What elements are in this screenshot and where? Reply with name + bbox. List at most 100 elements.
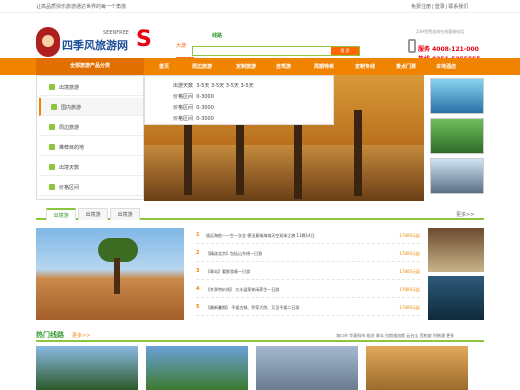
hot-routes-header: 热门线路 更多>> 海口市 华夏网市 临汾 青岛 拉斯维加斯 云台山 西柏坡 利… [36, 330, 484, 342]
thumb-image[interactable] [430, 118, 484, 154]
category-item[interactable]: 价格区间 [39, 178, 143, 196]
popup-val: 3-5天 3-5天 3-5天 3-5天 [196, 83, 254, 89]
route-rank: 1 [196, 232, 200, 238]
nav-sale[interactable]: 周期特卖 [314, 63, 334, 70]
category-label: 国内旅游 [61, 105, 82, 111]
list-item[interactable]: 4 【冬季特价线】 大水温泉休闲养生一日游 17800元起 [196, 282, 420, 298]
thumb-image[interactable] [430, 158, 484, 194]
thumb-image[interactable] [430, 78, 484, 114]
popup-val: 0-3000 [196, 116, 214, 122]
login-link[interactable]: 登录 [435, 4, 445, 10]
category-label: 推荐目的地 [59, 145, 85, 151]
banner-thumbs [430, 78, 484, 198]
nearby-icon [49, 124, 55, 130]
popup-val: 0-3000 [196, 94, 214, 100]
route-title[interactable]: 【精选北京】包括山东线一日游 [206, 251, 262, 257]
list-item[interactable]: 5 【最新暑期】 平遥古城、乔家大院、又见平遥二日游 17800元起 [196, 300, 420, 316]
nav-selfdrive[interactable]: 自驾游 [276, 63, 291, 70]
phone-icon [408, 39, 416, 53]
route-price: 17800元起 [399, 251, 420, 256]
hot-route-images [36, 346, 484, 390]
popup-row[interactable]: 价格区间 0-3000 [173, 104, 214, 111]
nav-hotel[interactable]: 本地酒店 [436, 63, 456, 70]
hot-image[interactable] [36, 346, 138, 390]
category-list: 出境旅游 国内旅游 周边旅游 推荐目的地 出境天数 价格区间 [36, 75, 144, 200]
tab-outbound[interactable]: 出境游 [46, 208, 76, 220]
hotline-1: 服务 4008-121-000 [418, 46, 479, 53]
category-item[interactable]: 出境天数 [39, 158, 143, 176]
category-item[interactable]: 周边旅游 [39, 118, 143, 136]
route-title[interactable]: 【冬季特价线】 大水温泉休闲养生一日游 [206, 287, 279, 293]
popup-key: 出游天数 [173, 83, 194, 89]
route-price: 17800元起 [399, 269, 420, 274]
more-link[interactable]: 更多>> [456, 211, 474, 218]
price-icon [49, 184, 55, 190]
category-label: 出境旅游 [59, 85, 80, 91]
nav-home[interactable]: 首页 [159, 63, 169, 70]
domestic-icon [51, 104, 57, 110]
hot-more-link[interactable]: 更多>> [72, 332, 90, 339]
route-price: 17800元起 [399, 305, 420, 310]
hot-image[interactable] [256, 346, 358, 390]
register-link[interactable]: 免费注册 [411, 4, 431, 10]
side-images [428, 228, 484, 320]
logo-en: SEENFREE [103, 30, 129, 36]
section-tabs: 出境游 出境游 出境游 更多>> [36, 208, 484, 220]
mascot-icon [36, 27, 60, 57]
popup-row[interactable]: 出游天数 3-5天 3-5天 3-5天 3-5天 [173, 82, 254, 89]
site-logo[interactable]: SEENFREE 四季风旅游网 S [36, 27, 154, 61]
nav-custom-line[interactable]: 定制专线 [355, 63, 375, 70]
route-rank: 2 [196, 250, 200, 256]
route-title[interactable]: 【青岛】看鲜游青一日游 [206, 269, 250, 275]
route-title[interactable]: 【最新暑期】 平遥古城、乔家大院、又见平遥二日游 [206, 305, 299, 311]
nav-nearby[interactable]: 周边旅游 [192, 63, 212, 70]
destination-icon [49, 144, 55, 150]
category-item[interactable]: 推荐目的地 [39, 138, 143, 156]
route-price: 17800元起 [399, 233, 420, 238]
category-menu-button[interactable]: 全部旅游产品分类 [36, 58, 144, 75]
route-price: 17800元起 [399, 287, 420, 292]
top-bar: 让高品质快乐旅游通达世界的每一个角落 免费注册|登录|联系我们 [0, 0, 520, 13]
route-title[interactable]: 遥远海航—一生一次全 德法意瑞海域天空双体之旅 11晚14日 [206, 233, 315, 239]
contact-link[interactable]: 联系我们 [448, 4, 468, 10]
header: SEENFREE 四季风旅游网 S 大游 线路 搜 索 [ 出游 ] 热 24H… [0, 13, 520, 63]
side-image[interactable] [428, 276, 484, 320]
route-rank: 5 [196, 304, 200, 310]
search-input[interactable]: 搜 索 [192, 46, 360, 56]
list-item[interactable]: 2 【精选北京】包括山东线一日游 17800元起 [196, 246, 420, 262]
route-rank: 4 [196, 286, 200, 292]
main-nav: 全部旅游产品分类 首页 周边旅游 定制旅游 自驾游 周期特卖 定制专线 景点门票… [0, 58, 520, 75]
hot-image[interactable] [366, 346, 468, 390]
category-label: 出境天数 [59, 165, 80, 171]
hotline-tip: 24H免费咨询在线客服电话 [416, 29, 465, 34]
category-item[interactable]: 出境旅游 [39, 78, 143, 96]
hot-links[interactable]: 海口市 华夏网市 临汾 青岛 拉斯维加斯 云台山 西柏坡 利物浦 更多 [336, 333, 454, 339]
popup-key: 价格区间 [173, 105, 194, 111]
popup-key: 价格区间 [173, 116, 194, 122]
nav-custom[interactable]: 定制旅游 [236, 63, 256, 70]
list-item[interactable]: 3 【青岛】看鲜游青一日游 17800元起 [196, 264, 420, 280]
tree-trunk [114, 258, 120, 294]
hot-image[interactable] [146, 346, 248, 390]
logo-s: S [136, 27, 152, 52]
popup-key: 价格区间 [173, 94, 194, 100]
site-slogan: 让高品质快乐旅游通达世界的每一个角落 [36, 4, 127, 10]
nav-tickets[interactable]: 景点门票 [396, 63, 416, 70]
tab-outbound[interactable]: 出境游 [110, 208, 140, 220]
route-rank: 3 [196, 268, 200, 274]
popup-row[interactable]: 价格区间 0-3000 [173, 115, 214, 122]
logo-name: 四季风旅游网 [62, 39, 128, 52]
category-item[interactable]: 国内旅游 [39, 98, 143, 116]
side-image[interactable] [428, 228, 484, 272]
category-label: 周边旅游 [59, 125, 80, 131]
popup-row[interactable]: 价格区间 0-3000 [173, 93, 214, 100]
tree-trunk [354, 110, 362, 196]
days-icon [49, 164, 55, 170]
list-item[interactable]: 1 遥远海航—一生一次全 德法意瑞海域天空双体之旅 11晚14日 17800元起 [196, 228, 420, 244]
search-tab-tour[interactable]: 大游 [176, 42, 186, 49]
feature-image[interactable] [36, 228, 184, 320]
route-list: 1 遥远海航—一生一次全 德法意瑞海域天空双体之旅 11晚14日 17800元起… [196, 228, 420, 320]
search-button[interactable]: 搜 索 [331, 47, 359, 55]
tab-outbound[interactable]: 出境游 [78, 208, 108, 220]
search-tab-line[interactable]: 线路 [212, 32, 222, 39]
